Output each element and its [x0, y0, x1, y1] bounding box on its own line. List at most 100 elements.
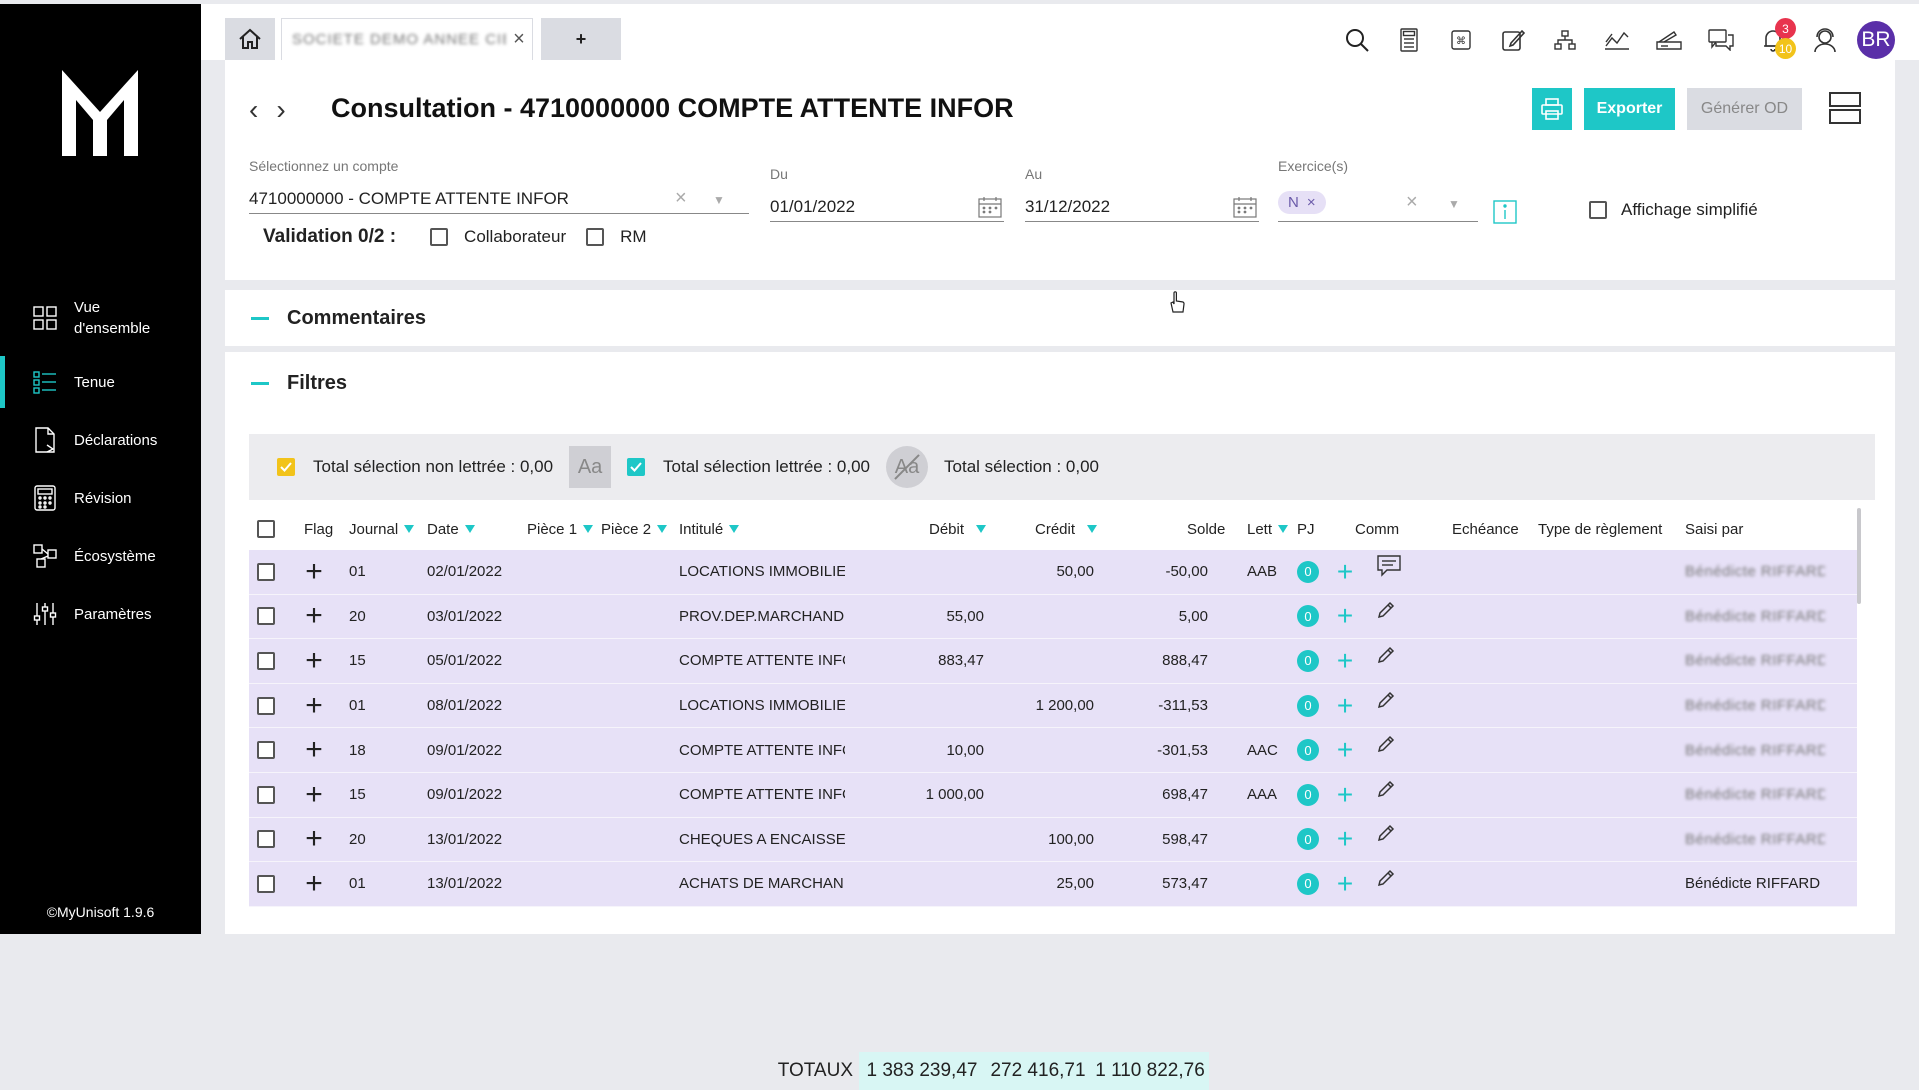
add-attachment-icon[interactable]: + — [1332, 728, 1358, 772]
exercice-select[interactable]: N × × ▼ — [1278, 184, 1478, 222]
non-lettree-checkbox[interactable] — [277, 458, 295, 476]
flag-add-icon[interactable]: + — [301, 773, 327, 817]
chip-close-icon[interactable]: × — [1307, 194, 1316, 211]
table-row[interactable]: +18 09/01/2022 COMPTE ATTENTE INFC 10,00 -30… — [249, 728, 1857, 773]
col-debit[interactable]: Débit — [929, 521, 987, 538]
collapse-icon[interactable] — [251, 381, 269, 385]
pj-count-badge[interactable]: 0 — [1297, 560, 1319, 583]
table-row[interactable]: +15 09/01/2022 COMPTE ATTENTE INFC 1 000,00… — [249, 772, 1857, 818]
clear-icon[interactable]: × — [1406, 191, 1418, 214]
pj-cell[interactable]: 0 — [1297, 818, 1323, 862]
row-checkbox-cell[interactable] — [257, 550, 277, 594]
row-checkbox-cell[interactable] — [257, 595, 277, 639]
col-type-reglement[interactable]: Type de règlement — [1538, 521, 1662, 538]
pj-cell[interactable]: 0 — [1297, 773, 1323, 817]
table-row[interactable]: +01 02/01/2022 LOCATIONS IMMOBILIE 50,00 -50… — [249, 550, 1857, 595]
sidebar-item-parametres[interactable]: Paramètres — [0, 588, 201, 640]
chevron-down-icon[interactable]: ▼ — [713, 193, 725, 207]
flag-add-icon[interactable]: + — [301, 550, 327, 594]
pj-count-badge[interactable]: 0 — [1297, 783, 1319, 806]
network-icon[interactable] — [1539, 20, 1591, 60]
row-checkbox[interactable] — [257, 785, 275, 804]
filter-icon[interactable] — [583, 525, 594, 533]
row-checkbox-cell[interactable] — [257, 818, 277, 862]
pencil-icon[interactable] — [1377, 722, 1407, 766]
col-date[interactable]: Date — [427, 521, 475, 538]
flag-add-icon[interactable]: + — [301, 595, 327, 639]
add-attachment-icon[interactable]: + — [1332, 550, 1358, 594]
col-lett[interactable]: Lett — [1247, 521, 1289, 538]
row-checkbox-cell[interactable] — [257, 684, 277, 728]
table-row[interactable]: +01 13/01/2022 ACHATS DE MARCHANI 25,00 573,… — [249, 862, 1857, 907]
chevron-down-icon[interactable]: ▼ — [1448, 197, 1460, 211]
generate-od-button[interactable]: Générer OD — [1687, 88, 1802, 130]
collapse-icon[interactable] — [251, 316, 269, 320]
pj-count-badge[interactable]: 0 — [1297, 739, 1319, 762]
add-attachment-icon[interactable]: + — [1332, 684, 1358, 728]
calculator-icon[interactable] — [1383, 20, 1435, 60]
lettree-checkbox[interactable] — [627, 458, 646, 476]
document-tab[interactable]: SOCIETE DEMO ANNEE CIBLE × — [281, 18, 533, 60]
print-button[interactable] — [1532, 88, 1572, 130]
add-attachment-icon[interactable]: + — [1332, 818, 1358, 862]
pj-count-badge[interactable]: 0 — [1297, 649, 1319, 672]
pj-cell[interactable]: 0 — [1297, 728, 1323, 772]
sidebar-item-ecosysteme[interactable]: Écosystème — [0, 530, 201, 582]
comment-icon[interactable] — [1377, 544, 1407, 588]
col-echeance[interactable]: Echéance — [1452, 521, 1519, 538]
sidebar-item-vue-ensemble[interactable]: Vue d'ensemble — [0, 286, 201, 350]
letter-button[interactable]: Aa — [569, 446, 612, 488]
filter-icon[interactable] — [404, 525, 415, 533]
pj-count-badge[interactable]: 0 — [1297, 605, 1319, 628]
sidebar-item-revision[interactable]: Révision — [0, 472, 201, 524]
row-checkbox-cell[interactable] — [257, 728, 277, 772]
exercice-chip[interactable]: N × — [1278, 191, 1326, 214]
pencil-icon[interactable] — [1377, 589, 1407, 633]
account-select[interactable]: 4710000000 - COMPTE ATTENTE INFOR × ▼ — [249, 184, 749, 214]
row-checkbox-cell[interactable] — [257, 862, 277, 906]
simplified-checkbox[interactable] — [1589, 201, 1607, 219]
row-checkbox-cell[interactable] — [257, 773, 277, 817]
comments-section-header[interactable]: Commentaires — [225, 290, 1895, 346]
pencil-icon[interactable] — [1377, 856, 1407, 900]
pj-count-badge[interactable]: 0 — [1297, 872, 1319, 895]
filter-icon[interactable] — [657, 525, 668, 533]
sidebar-item-tenue[interactable]: Tenue — [0, 356, 201, 408]
row-checkbox[interactable] — [257, 696, 275, 715]
col-saisi-par[interactable]: Saisi par — [1685, 521, 1743, 538]
select-all-checkbox[interactable] — [257, 520, 275, 538]
myunisoft-logo[interactable] — [62, 70, 138, 156]
filters-section-header[interactable]: Filtres — [251, 352, 347, 414]
pj-cell[interactable]: 0 — [1297, 550, 1323, 594]
previous-button[interactable]: ‹ — [249, 94, 258, 126]
support-icon[interactable] — [1799, 20, 1851, 60]
chart-icon[interactable] — [1591, 20, 1643, 60]
row-checkbox[interactable] — [257, 651, 275, 670]
export-button[interactable]: Exporter — [1584, 88, 1675, 130]
pj-cell[interactable]: 0 — [1297, 639, 1323, 683]
add-attachment-icon[interactable]: + — [1332, 595, 1358, 639]
pj-cell[interactable]: 0 — [1297, 862, 1323, 906]
du-input[interactable]: 01/01/2022 — [770, 192, 1004, 222]
table-row[interactable]: +01 08/01/2022 LOCATIONS IMMOBILIE 1 200,00… — [249, 683, 1857, 729]
pj-cell[interactable]: 0 — [1297, 595, 1323, 639]
home-tab[interactable] — [225, 18, 275, 60]
col-pj[interactable]: PJ — [1297, 521, 1315, 538]
filter-icon[interactable] — [1087, 525, 1098, 533]
row-checkbox[interactable] — [257, 607, 275, 626]
collaborateur-checkbox[interactable] — [430, 228, 449, 246]
search-icon[interactable] — [1331, 20, 1383, 60]
pencil-icon[interactable] — [1377, 767, 1407, 811]
add-attachment-icon[interactable]: + — [1332, 639, 1358, 683]
filter-icon[interactable] — [976, 525, 987, 533]
chat-icon[interactable] — [1695, 20, 1747, 60]
command-icon[interactable]: ⌘ — [1435, 20, 1487, 60]
pencil-icon[interactable] — [1377, 633, 1407, 677]
col-solde[interactable]: Solde — [1187, 521, 1225, 538]
table-scrollbar[interactable] — [1857, 508, 1861, 604]
pj-cell[interactable]: 0 — [1297, 684, 1323, 728]
calendar-icon[interactable] — [1233, 196, 1257, 218]
table-row[interactable]: +20 03/01/2022 PROV.DEP.MARCHANDI 55,00 5,00… — [249, 594, 1857, 640]
table-row[interactable]: +20 13/01/2022 CHEQUES A ENCAISSEI 100,00 59… — [249, 817, 1857, 863]
col-flag[interactable]: Flag — [304, 521, 333, 538]
